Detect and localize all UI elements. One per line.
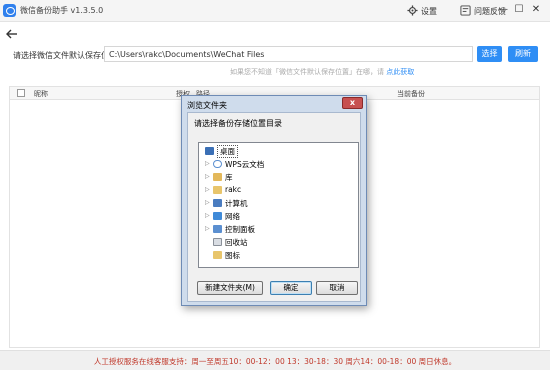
cancel-button[interactable]: 取消 [316, 281, 358, 295]
tree-item-wps-cloud[interactable]: ▷ WPS云文档 [199, 158, 358, 170]
network-icon [213, 212, 222, 220]
tree-item-icons-folder[interactable]: 图标 [199, 249, 358, 261]
select-all-checkbox[interactable] [17, 89, 25, 97]
tree-item-label: WPS云文档 [225, 160, 265, 169]
dialog-body: 请选择备份存储位置目录 桌面 ▷ WPS云文档 ▷ 库 ▷ rakc ▷ 计算机… [187, 112, 361, 302]
ok-button[interactable]: 确定 [270, 281, 312, 295]
tree-item-network[interactable]: ▷ 网络 [199, 210, 358, 222]
tree-item-label: 图标 [225, 251, 240, 260]
browse-folder-dialog: 浏览文件夹 x 请选择备份存储位置目录 桌面 ▷ WPS云文档 ▷ 库 ▷ ra… [181, 95, 367, 306]
expand-arrow-icon[interactable]: ▷ [205, 199, 210, 206]
footer: 人工授权服务在线客服支持：周一至周五10：00-12：00 13：30-18：3… [0, 350, 550, 370]
tree-item-label: 库 [225, 173, 233, 182]
column-header-current-backup: 当前备份 [397, 90, 425, 98]
choose-button[interactable]: 选择 [477, 46, 502, 62]
dialog-close-button[interactable]: x [342, 97, 363, 109]
recycle-bin-icon [213, 238, 222, 246]
tree-item-label: 计算机 [225, 199, 248, 208]
dialog-title: 浏览文件夹 [187, 101, 227, 110]
minimize-button[interactable]: — [496, 3, 510, 17]
close-button[interactable]: ✕ [529, 3, 543, 17]
tree-item-rakc[interactable]: ▷ rakc [199, 184, 358, 196]
app-logo-icon [3, 4, 16, 17]
settings-button[interactable]: 设置 [421, 6, 437, 17]
tree-item-desktop[interactable]: 桌面 [199, 145, 358, 158]
tree-item-label: 控制面板 [225, 225, 255, 234]
expand-arrow-icon[interactable]: ▷ [205, 186, 210, 193]
folder-icon [213, 251, 222, 259]
expand-arrow-icon[interactable]: ▷ [205, 212, 210, 219]
title-bar: 微信备份助手 v1.3.5.0 设置 问题反馈 — ☐ ✕ [0, 0, 550, 22]
tree-item-computer[interactable]: ▷ 计算机 [199, 197, 358, 209]
tree-item-label: 回收站 [225, 238, 248, 247]
user-folder-icon [213, 186, 222, 194]
app-title: 微信备份助手 v1.3.5.0 [20, 6, 104, 15]
back-arrow-icon[interactable] [5, 27, 19, 41]
tree-item-label: 桌面 [217, 145, 238, 158]
expand-arrow-icon[interactable]: ▷ [205, 225, 210, 232]
expand-arrow-icon[interactable]: ▷ [205, 160, 210, 167]
feedback-icon[interactable] [460, 5, 471, 16]
new-folder-button[interactable]: 新建文件夹(M) [197, 281, 263, 295]
hint-text: 如果您不知道「微信文件默认保存位置」在哪，请 点此获取 [230, 67, 414, 77]
tree-item-recycle-bin[interactable]: 回收站 [199, 236, 358, 248]
column-header-nickname: 昵称 [34, 90, 48, 98]
path-input[interactable] [104, 46, 473, 62]
get-path-link[interactable]: 点此获取 [386, 68, 414, 76]
computer-icon [213, 199, 222, 207]
gear-icon[interactable] [407, 5, 418, 16]
dialog-prompt: 请选择备份存储位置目录 [194, 119, 282, 128]
desktop-icon [205, 147, 214, 155]
maximize-button[interactable]: ☐ [512, 3, 526, 17]
expand-arrow-icon[interactable]: ▷ [205, 173, 210, 180]
cloud-icon [213, 160, 222, 168]
tree-item-library[interactable]: ▷ 库 [199, 171, 358, 183]
library-icon [213, 173, 222, 181]
support-hours-text: 人工授权服务在线客服支持：周一至周五10：00-12：00 13：30-18：3… [93, 357, 457, 366]
folder-tree: 桌面 ▷ WPS云文档 ▷ 库 ▷ rakc ▷ 计算机 ▷ 网络 ▷ 控制面板… [198, 142, 359, 268]
control-panel-icon [213, 225, 222, 233]
path-label: 请选择微信文件默认保存位置 [13, 51, 117, 60]
tree-item-label: rakc [225, 185, 242, 194]
hint-message: 如果您不知道「微信文件默认保存位置」在哪，请 [230, 68, 384, 76]
tree-item-label: 网络 [225, 212, 240, 221]
tree-item-control-panel[interactable]: ▷ 控制面板 [199, 223, 358, 235]
refresh-button[interactable]: 刷新 [508, 46, 538, 62]
